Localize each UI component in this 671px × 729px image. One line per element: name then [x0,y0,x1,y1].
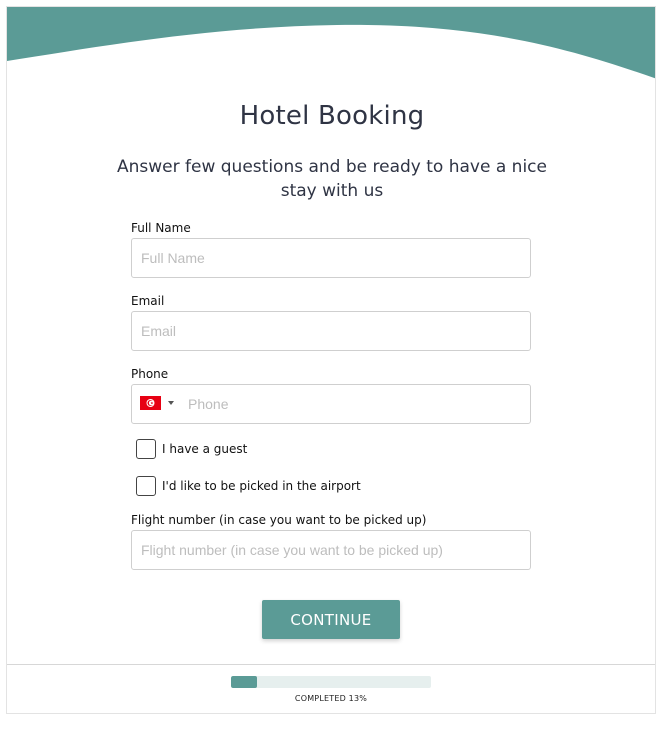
phone-field [131,384,538,424]
booking-card: Hotel Booking Answer few questions and b… [6,6,656,714]
pickup-checkbox-row[interactable]: I'd like to be picked in the airport [136,475,361,497]
full-name-input[interactable] [131,238,531,278]
guest-checkbox-label: I have a guest [162,442,248,456]
subtitle-line-2: stay with us [280,181,384,201]
progress-bar-fill [231,676,257,688]
pickup-checkbox[interactable] [136,476,156,496]
flight-number-label: Flight number (in case you want to be pi… [131,513,427,527]
phone-input[interactable] [178,385,538,423]
full-name-label: Full Name [131,221,191,235]
subtitle-line-1: Answer few questions and be ready to hav… [117,157,547,177]
footer-divider [7,664,655,665]
progress-bar [231,676,431,688]
header-wave [7,7,655,79]
email-label: Email [131,294,165,308]
country-code-select[interactable] [140,396,178,412]
chevron-down-icon [168,401,174,405]
header-wave-shape [7,7,655,79]
guest-checkbox-row[interactable]: I have a guest [136,438,247,460]
guest-checkbox[interactable] [136,439,156,459]
pickup-checkbox-label: I'd like to be picked in the airport [162,479,361,493]
progress-text: COMPLETED 13% [294,694,368,703]
phone-label: Phone [131,367,169,381]
flight-number-input[interactable] [131,530,531,570]
page-title: Hotel Booking [239,101,425,131]
tunisia-flag-icon [140,396,161,410]
email-input[interactable] [131,311,531,351]
continue-button[interactable]: CONTINUE [262,600,400,639]
page-subtitle: Answer few questions and be ready to hav… [7,155,655,203]
